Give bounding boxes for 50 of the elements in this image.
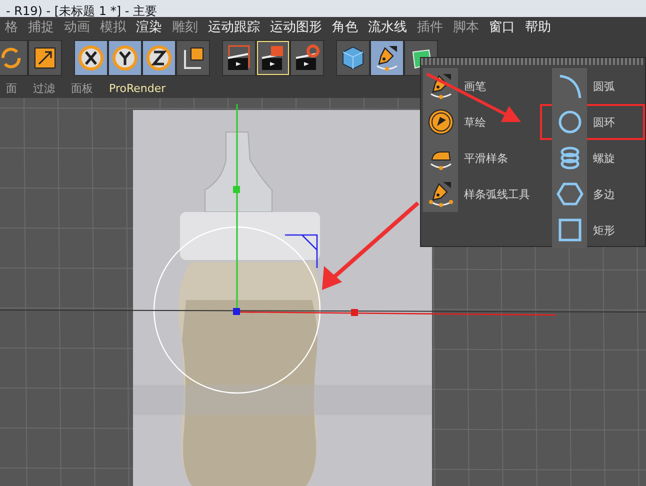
y-axis-icon bbox=[111, 44, 139, 72]
toolbar-button[interactable] bbox=[108, 40, 142, 76]
toolbar-button[interactable] bbox=[290, 40, 324, 76]
menu-item[interactable]: 多边 bbox=[552, 176, 645, 212]
menu-item[interactable]: 平滑样条 bbox=[423, 140, 551, 176]
menu-item[interactable]: 面 bbox=[0, 80, 23, 96]
menu-item[interactable]: 动画 bbox=[59, 18, 95, 36]
menu-item[interactable]: 样条弧线工具 bbox=[423, 176, 551, 212]
menu-item[interactable]: 模拟 bbox=[95, 18, 131, 36]
clapperboard-icon bbox=[225, 44, 253, 72]
menu-item[interactable]: 角色 bbox=[327, 18, 363, 36]
z-axis-icon bbox=[145, 44, 173, 72]
toolbar-button[interactable] bbox=[336, 40, 370, 76]
menu-item[interactable]: 捕捉 bbox=[23, 18, 59, 36]
toolbar-button[interactable] bbox=[28, 40, 62, 76]
toolbar-button[interactable] bbox=[222, 40, 256, 76]
pen-circle-icon bbox=[426, 108, 454, 136]
toolbar-button[interactable] bbox=[74, 40, 108, 76]
menu-item[interactable]: 渲染 bbox=[131, 18, 167, 36]
menu-item[interactable]: 运动图形 bbox=[265, 18, 327, 36]
view-corner-bracket bbox=[284, 234, 318, 269]
toolbar-button[interactable] bbox=[0, 40, 28, 76]
menu-item[interactable]: 运动跟踪 bbox=[203, 18, 265, 36]
menu-item[interactable]: 格 bbox=[0, 18, 23, 36]
pen-icon bbox=[426, 180, 454, 208]
toolbar-button[interactable] bbox=[256, 40, 290, 76]
window-title: - R19) - [未标题 1 *] - 主要 bbox=[6, 3, 157, 20]
menu-item[interactable]: 圆弧 bbox=[552, 68, 645, 104]
menu-item[interactable]: 圆环 bbox=[540, 104, 645, 140]
x-axis-handle[interactable] bbox=[237, 309, 556, 316]
menu-grip[interactable] bbox=[421, 58, 645, 65]
menu-item[interactable]: 画笔 bbox=[423, 68, 551, 104]
menu-item[interactable]: 窗口 bbox=[484, 18, 520, 36]
clapperboard-gear-icon bbox=[293, 44, 321, 72]
menu-item[interactable]: 流水线 bbox=[363, 18, 412, 36]
menu-item[interactable]: 帮助 bbox=[520, 18, 556, 36]
menu-item[interactable]: 过滤 bbox=[27, 80, 61, 96]
x-axis-icon bbox=[77, 44, 105, 72]
menu-item[interactable]: 插件 bbox=[412, 18, 448, 36]
toolbar-button[interactable] bbox=[370, 40, 404, 76]
toolbar-button[interactable] bbox=[176, 40, 210, 76]
menu-item[interactable]: 脚本 bbox=[448, 18, 484, 36]
menu-item[interactable]: 面板 bbox=[65, 80, 99, 96]
toolbar-button[interactable] bbox=[142, 40, 176, 76]
menu-item[interactable]: 矩形 bbox=[552, 212, 645, 248]
menu-item[interactable]: 螺旋 bbox=[552, 140, 645, 176]
menu-item[interactable]: ProRender bbox=[103, 82, 172, 94]
origin-handle[interactable] bbox=[233, 308, 240, 315]
menu-item[interactable]: 雕刻 bbox=[167, 18, 203, 36]
hexagon-icon bbox=[556, 180, 584, 208]
